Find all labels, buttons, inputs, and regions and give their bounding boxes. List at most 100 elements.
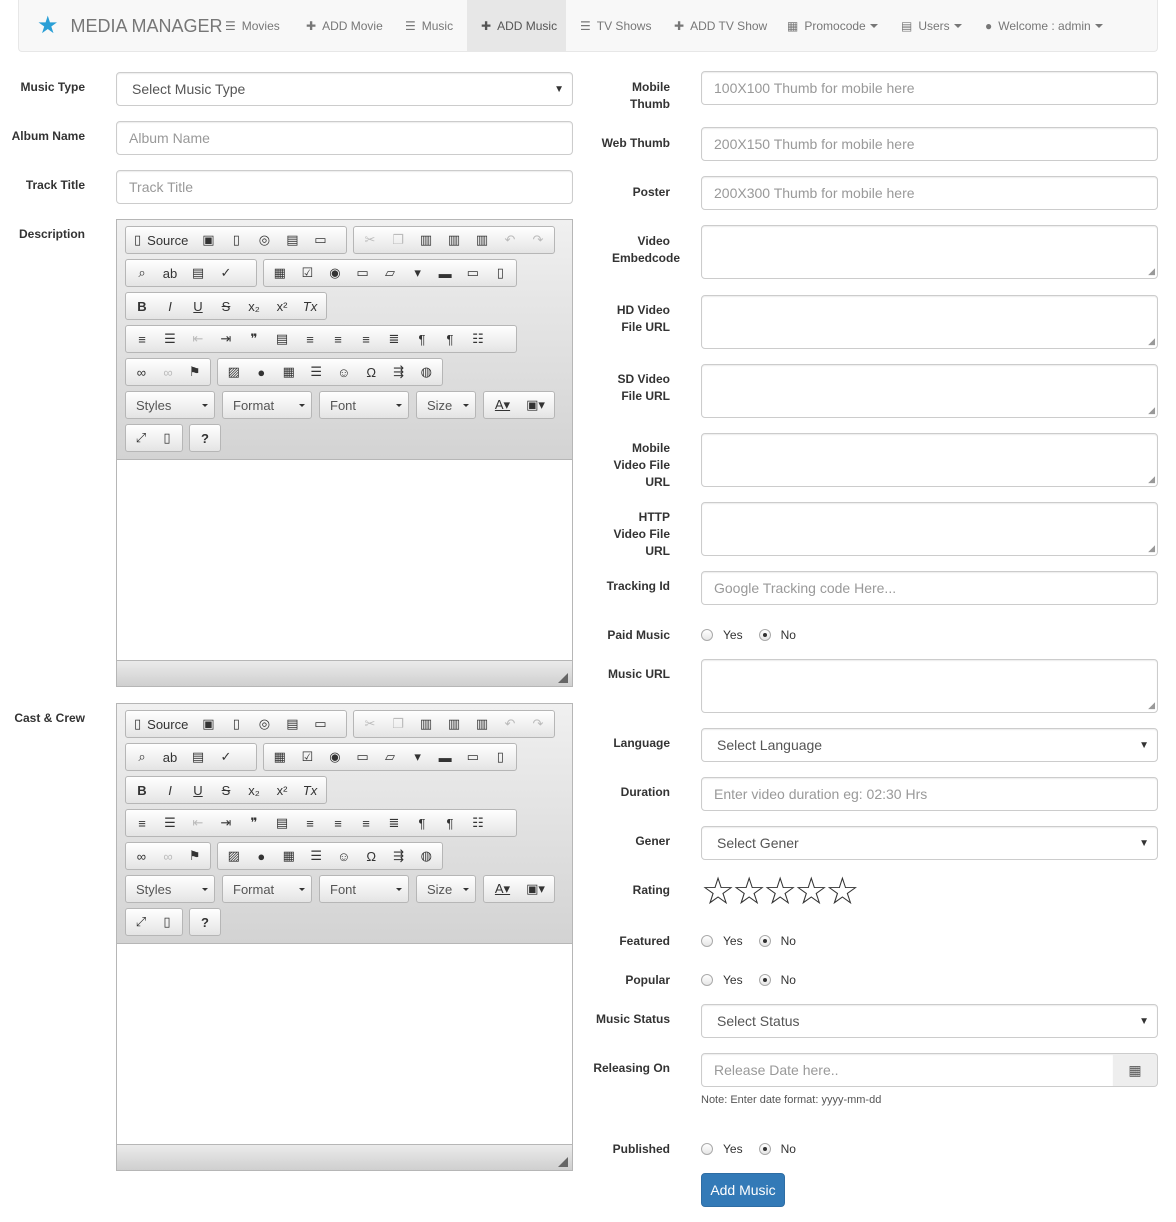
image-icon[interactable]: ▨: [220, 359, 248, 385]
ltr-icon[interactable]: ¶: [408, 326, 436, 352]
indent-icon[interactable]: ⇥: [212, 326, 240, 352]
italic-icon[interactable]: I: [156, 777, 184, 803]
form-icon[interactable]: ▦: [266, 744, 294, 770]
cast-crew-edit-area[interactable]: [117, 944, 572, 1144]
star-icon[interactable]: ☆: [763, 873, 797, 911]
poster-input[interactable]: 200X300 Thumb for mobile here: [701, 176, 1158, 210]
textfield-icon[interactable]: ▭: [349, 260, 377, 286]
nav-add-music[interactable]: ✚ ADD Music: [467, 0, 566, 51]
album-name-input[interactable]: Album Name: [116, 121, 573, 155]
cut-icon[interactable]: ✂: [356, 227, 384, 253]
paste-icon[interactable]: ▥: [412, 711, 440, 737]
featured-no-radio[interactable]: [758, 935, 771, 947]
music-status-select[interactable]: Select Status ▼: [701, 1004, 1158, 1038]
styles-combo[interactable]: Styles: [125, 391, 215, 419]
styles-combo[interactable]: Styles: [125, 875, 215, 903]
remove-format-icon[interactable]: Tx: [296, 777, 324, 803]
new-page-icon[interactable]: ▯: [222, 711, 250, 737]
save-icon[interactable]: ▣: [194, 227, 222, 253]
templates-icon[interactable]: ▭: [306, 227, 334, 253]
superscript-icon[interactable]: x²: [268, 293, 296, 319]
radio-icon[interactable]: ◉: [321, 744, 349, 770]
text-color-icon[interactable]: A▾: [486, 392, 519, 418]
italic-icon[interactable]: I: [156, 293, 184, 319]
outdent-icon[interactable]: ⇤: [184, 326, 212, 352]
star-icon[interactable]: ☆: [701, 873, 735, 911]
paste-icon[interactable]: ▥: [412, 227, 440, 253]
size-combo[interactable]: Size: [416, 391, 476, 419]
mobile-video-url-textarea[interactable]: ◢: [701, 433, 1158, 487]
resize-handle-icon[interactable]: [558, 1157, 568, 1167]
bold-icon[interactable]: B: [128, 777, 156, 803]
save-icon[interactable]: ▣: [194, 711, 222, 737]
smiley-icon[interactable]: ☺: [330, 843, 358, 869]
rtl-icon[interactable]: ¶: [436, 810, 464, 836]
calendar-button[interactable]: ▦: [1113, 1053, 1158, 1087]
form-icon[interactable]: ▦: [266, 260, 294, 286]
spellcheck-icon[interactable]: ✓: [212, 744, 240, 770]
description-edit-area[interactable]: [117, 460, 572, 660]
rtl-icon[interactable]: ¶: [436, 326, 464, 352]
justify-icon[interactable]: ≣: [380, 810, 408, 836]
select-all-icon[interactable]: ▤: [184, 260, 212, 286]
redo-icon[interactable]: ↷: [524, 711, 552, 737]
find-icon[interactable]: ⌕: [128, 260, 156, 286]
table-icon[interactable]: ▦: [275, 843, 303, 869]
flash-icon[interactable]: ●: [248, 359, 276, 385]
paid-music-yes-radio[interactable]: [701, 629, 713, 641]
language-icon[interactable]: ☷: [464, 810, 492, 836]
unlink-icon[interactable]: ∞: [155, 359, 182, 385]
resize-handle-icon[interactable]: [558, 673, 568, 683]
align-right-icon[interactable]: ≡: [352, 326, 380, 352]
div-icon[interactable]: ▤: [268, 326, 296, 352]
replace-icon[interactable]: ab: [156, 260, 184, 286]
add-music-button[interactable]: Add Music: [701, 1173, 785, 1207]
page-break-icon[interactable]: ⇶: [385, 843, 413, 869]
redo-icon[interactable]: ↷: [524, 227, 552, 253]
cut-icon[interactable]: ✂: [356, 711, 384, 737]
paste-word-icon[interactable]: ▥: [468, 711, 496, 737]
bg-color-icon[interactable]: ▣▾: [519, 876, 552, 902]
preview-icon[interactable]: ◎: [250, 227, 278, 253]
hidden-field-icon[interactable]: ▯: [487, 744, 515, 770]
nav-music[interactable]: ☰ Music: [391, 0, 467, 51]
align-right-icon[interactable]: ≡: [352, 810, 380, 836]
textfield-icon[interactable]: ▭: [349, 744, 377, 770]
paid-music-no-radio[interactable]: [758, 629, 771, 641]
anchor-icon[interactable]: ⚑: [181, 843, 208, 869]
checkbox-icon[interactable]: ☑: [294, 260, 322, 286]
source-button[interactable]: ▯ Source: [128, 716, 194, 732]
find-icon[interactable]: ⌕: [128, 744, 156, 770]
spellcheck-icon[interactable]: ✓: [212, 260, 240, 286]
help-icon[interactable]: ?: [192, 425, 218, 451]
templates-icon[interactable]: ▭: [306, 711, 334, 737]
web-thumb-input[interactable]: 200X150 Thumb for mobile here: [701, 127, 1158, 161]
maximize-icon[interactable]: ⤢: [128, 909, 154, 935]
nav-user-menu[interactable]: ● Welcome : admin: [971, 0, 1117, 51]
select-icon[interactable]: ▾: [404, 744, 432, 770]
select-all-icon[interactable]: ▤: [184, 744, 212, 770]
align-left-icon[interactable]: ≡: [296, 326, 324, 352]
replace-icon[interactable]: ab: [156, 744, 184, 770]
table-icon[interactable]: ▦: [275, 359, 303, 385]
button-icon[interactable]: ▬: [431, 260, 459, 286]
format-combo[interactable]: Format: [222, 391, 312, 419]
format-combo[interactable]: Format: [222, 875, 312, 903]
radio-icon[interactable]: ◉: [321, 260, 349, 286]
http-video-url-textarea[interactable]: ◢: [701, 502, 1158, 556]
font-combo[interactable]: Font: [319, 391, 409, 419]
gener-select[interactable]: Select Gener ▼: [701, 826, 1158, 860]
paste-text-icon[interactable]: ▥: [440, 227, 468, 253]
horizontal-rule-icon[interactable]: ☰: [303, 359, 331, 385]
hd-video-url-textarea[interactable]: ◢: [701, 295, 1158, 349]
bulleted-list-icon[interactable]: ☰: [156, 326, 184, 352]
nav-tv-shows[interactable]: ☰ TV Shows: [566, 0, 665, 51]
horizontal-rule-icon[interactable]: ☰: [303, 843, 331, 869]
duration-input[interactable]: Enter video duration eg: 02:30 Hrs: [701, 777, 1158, 811]
special-char-icon[interactable]: Ω: [358, 843, 386, 869]
undo-icon[interactable]: ↶: [496, 711, 524, 737]
superscript-icon[interactable]: x²: [268, 777, 296, 803]
smiley-icon[interactable]: ☺: [330, 359, 358, 385]
track-title-input[interactable]: Track Title: [116, 170, 573, 204]
indent-icon[interactable]: ⇥: [212, 810, 240, 836]
